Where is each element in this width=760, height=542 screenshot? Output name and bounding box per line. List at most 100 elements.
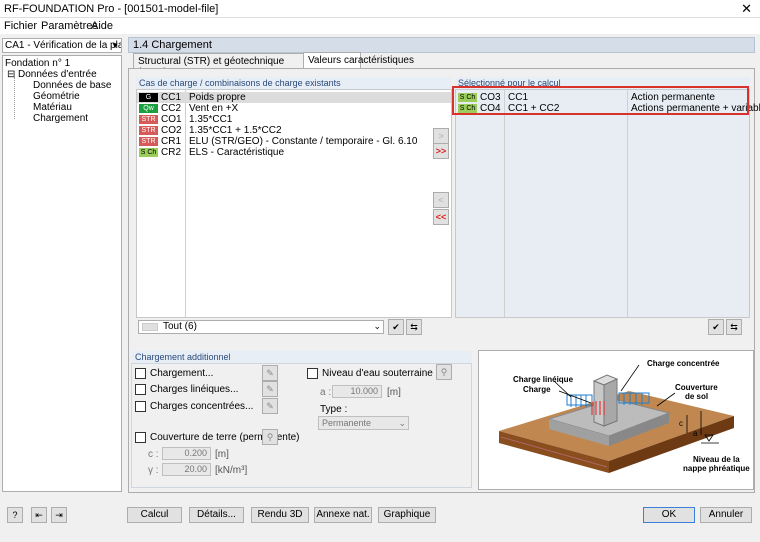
ok-button[interactable]: OK [643,507,695,523]
case-id: CO2 [161,125,182,136]
check-select-icon[interactable]: ✔ [708,319,724,335]
tree-group-input[interactable]: Données d'entrée [18,69,97,80]
case-desc: Vent en +X [189,103,239,114]
list-item[interactable]: Qw CC2 Vent en +X [137,103,451,114]
loads-label: Chargement... [150,368,214,379]
chevron-down-icon[interactable]: ▼ [111,39,119,52]
case-id: CC1 [161,92,182,103]
tree-item-material[interactable]: Matériau [33,102,72,113]
remove-button[interactable]: < [433,192,449,208]
calc-button[interactable]: Calcul [127,507,182,523]
type-badge: G [139,93,158,102]
case-desc: 1.35*CC1 [189,114,233,125]
loads-checkbox[interactable] [135,368,146,379]
line-loads-checkbox[interactable] [135,384,146,395]
swap-select-icon[interactable]: ⇆ [726,319,742,335]
case-id: CR2 [161,147,182,158]
c-unit: [m] [215,449,229,460]
pick-icon[interactable]: ⚲ [262,429,278,445]
foundation-diagram: Charge concentrée Charge linéique Charge… [478,350,754,490]
chevron-down-icon[interactable]: ⌄ [373,321,381,332]
tree-item-loading[interactable]: Chargement [33,113,88,124]
additional-title: Chargement additionnel [132,351,472,363]
edit-icon[interactable]: ✎ [262,381,278,397]
case-desc: ELS - Caractéristique [189,147,285,158]
diagram-load-label: Charge [523,385,551,394]
leader-line [620,364,640,392]
diagram-water1-label: Niveau de la [693,455,740,464]
pick-icon[interactable]: ⚲ [436,364,452,380]
add-all-button[interactable]: >> [433,143,449,159]
help-icon[interactable]: ? [7,507,23,523]
line-loads-label: Charges linéiques... [150,384,239,395]
case-selector[interactable]: CA1 - Vérification de la plaque c ▼ [2,38,122,53]
edit-icon[interactable]: ✎ [262,398,278,414]
existing-title: Cas de charge / combinaisons de charge e… [136,77,452,89]
a-unit: [m] [387,387,401,398]
case-id: CC2 [161,103,182,114]
conc-loads-label: Charges concentrées... [150,401,254,412]
soil-cover-checkbox[interactable] [135,432,146,443]
diagram-a-label: a [693,429,698,438]
diagram-water2-label: nappe phréatique [683,464,750,473]
water-checkbox[interactable] [307,368,318,379]
case-id: CR1 [161,136,182,147]
swap-select-icon[interactable]: ⇆ [406,319,422,335]
existing-list[interactable]: G CC1 Poids propre Qw CC2 Vent en +X STR C… [136,89,452,318]
render-3d-button[interactable]: Rendu 3D [251,507,309,523]
diagram-line-label: Charge linéique [513,375,574,384]
menu-settings[interactable]: Paramètres [41,20,98,32]
tab-structural[interactable]: Structural (STR) et géotechnique (GEO) [133,53,304,78]
type-label: Type : [320,404,348,415]
col-divider [504,90,505,317]
conc-loads-checkbox[interactable] [135,401,146,412]
tab-characteristic[interactable]: Valeurs caractéristiques [303,52,414,69]
type-badge: STR [139,126,158,135]
menu-help[interactable]: Aide [91,20,113,32]
close-icon[interactable]: ✕ [741,1,752,17]
case-desc: ELU (STR/GEO) - Constante / temporaire -… [189,136,418,147]
filter-value: Tout (6) [163,321,197,332]
c-field[interactable]: 0.200 [162,447,211,460]
diagram-cover1-label: Couverture [675,383,718,392]
col-divider [627,90,628,317]
type-badge: S Ch [139,148,158,157]
add-button[interactable]: > [433,128,449,144]
check-select-icon[interactable]: ✔ [388,319,404,335]
a-field[interactable]: 10.000 [332,385,382,398]
export-icon[interactable]: ⇥ [51,507,67,523]
remove-all-button[interactable]: << [433,209,449,225]
title-bar: RF-FOUNDATION Pro - [001501-model-file] … [0,0,760,18]
navigator-tree: Fondation n° 1 ⊟ Données d'entrée Donnée… [2,55,122,492]
case-desc: 1.35*CC1 + 1.5*CC2 [189,125,282,136]
type-select[interactable]: Permanente ⌄ [318,416,409,430]
cancel-button[interactable]: Annuler [700,507,752,523]
tree-root[interactable]: Fondation n° 1 [5,58,70,69]
graphics-button[interactable]: Graphique [378,507,436,523]
case-id: CO1 [161,114,182,125]
edit-icon[interactable]: ✎ [262,365,278,381]
import-icon[interactable]: ⇤ [31,507,47,523]
menu-file[interactable]: Fichier [4,20,37,32]
water-label: Niveau d'eau souterraine [322,368,433,379]
list-item[interactable]: STR CR1 ELU (STR/GEO) - Constante / temp… [137,136,451,147]
annex-button[interactable]: Annexe nat. [314,507,372,523]
tree-item-geometry[interactable]: Géométrie [33,91,80,102]
menu-bar: Fichier Paramètres Aide [0,18,760,34]
tree-item-basic[interactable]: Données de base [33,80,111,91]
gamma-label: γ : [148,465,159,476]
list-item[interactable]: S Ch CR2 ELS - Caractéristique [137,147,451,158]
list-item[interactable]: G CC1 Poids propre [137,92,451,103]
column-side [603,378,618,427]
filter-select[interactable]: Tout (6) ⌄ [138,320,384,334]
details-button[interactable]: Détails... [189,507,244,523]
filter-color-icon [142,323,158,331]
gamma-field[interactable]: 20.00 [162,463,211,476]
window-title: RF-FOUNDATION Pro - [001501-model-file] [4,3,219,15]
section-title-text: 1.4 Chargement [133,39,212,51]
list-item[interactable]: STR CO1 1.35*CC1 [137,114,451,125]
chevron-down-icon[interactable]: ⌄ [398,417,406,429]
selected-list[interactable]: S Ch CO3 CC1 Action permanente S Ch CO4 C… [455,89,760,318]
list-item[interactable]: STR CO2 1.35*CC1 + 1.5*CC2 [137,125,451,136]
gamma-unit: [kN/m³] [215,465,248,476]
